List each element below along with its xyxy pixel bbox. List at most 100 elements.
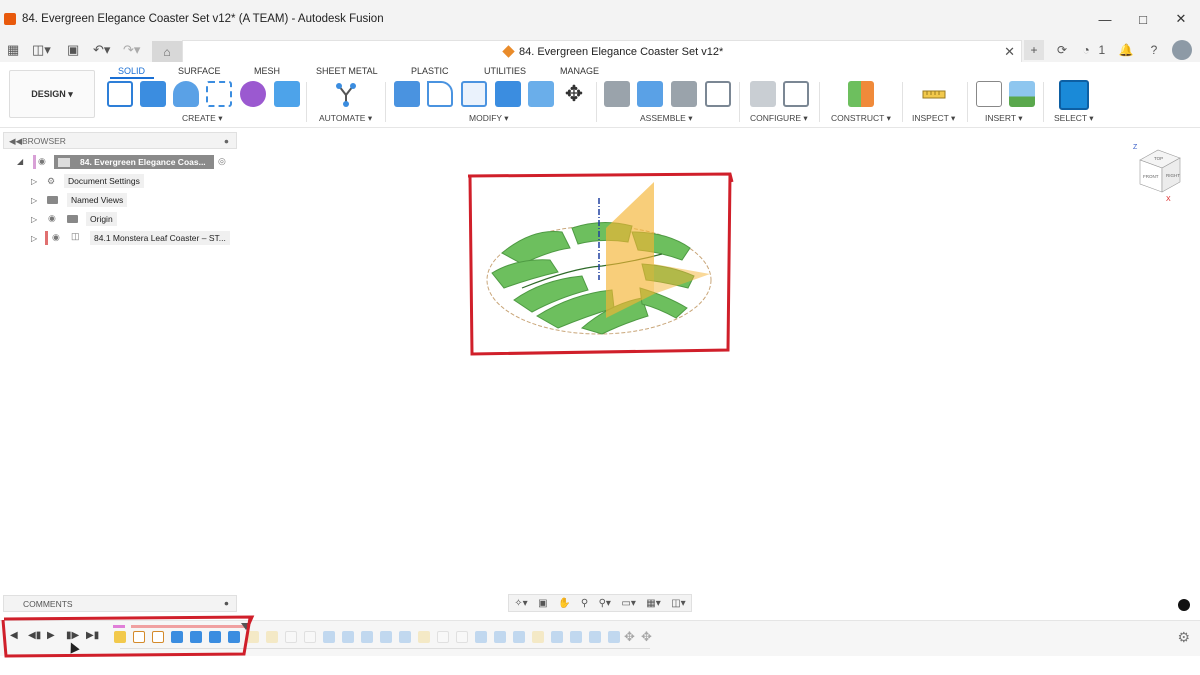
measure-icon[interactable] bbox=[921, 81, 947, 107]
as-built-joint-icon[interactable] bbox=[671, 81, 697, 107]
redo-icon[interactable]: ↷▾ bbox=[123, 42, 140, 58]
timeline-feature-suppressed[interactable]: ✥ bbox=[641, 629, 653, 644]
tab-plastic[interactable]: PLASTIC bbox=[411, 66, 449, 76]
visibility-eye-icon[interactable]: ◉ bbox=[52, 232, 60, 243]
inspect-group-label[interactable]: INSPECT ▾ bbox=[912, 113, 955, 124]
sweep-icon[interactable] bbox=[206, 81, 232, 107]
browser-item-document-settings[interactable]: Document Settings bbox=[64, 174, 144, 188]
viewports-icon[interactable]: ◫▾ bbox=[671, 598, 685, 609]
automate-group-label[interactable]: AUTOMATE ▾ bbox=[319, 113, 372, 124]
modify-group-label[interactable]: MODIFY ▾ bbox=[469, 113, 509, 124]
collapse-panel-icon[interactable]: ◀◀ bbox=[9, 136, 22, 147]
timeline-feature-suppressed[interactable]: ✥ bbox=[624, 629, 636, 644]
select-icon[interactable] bbox=[1059, 80, 1089, 110]
extrude-icon[interactable] bbox=[140, 81, 166, 107]
fillet-icon[interactable] bbox=[427, 81, 453, 107]
box-icon[interactable] bbox=[274, 81, 300, 107]
timeline-feature-suppressed[interactable] bbox=[513, 631, 525, 643]
shell-icon[interactable] bbox=[461, 81, 487, 107]
tab-solid[interactable]: SOLID bbox=[118, 66, 145, 76]
insert-derive-icon[interactable] bbox=[976, 81, 1002, 107]
construct-group-label[interactable]: CONSTRUCT ▾ bbox=[831, 113, 891, 124]
new-component-icon[interactable] bbox=[604, 81, 630, 107]
timeline-feature-suppressed[interactable] bbox=[323, 631, 335, 643]
revolve-icon[interactable] bbox=[173, 81, 199, 107]
extensions-icon[interactable]: ⟳ bbox=[1052, 40, 1072, 60]
timeline-settings-gear-icon[interactable]: ⚙ bbox=[1177, 629, 1190, 646]
timeline-feature-suppressed[interactable] bbox=[494, 631, 506, 643]
grid-settings-icon[interactable]: ▦▾ bbox=[646, 598, 660, 609]
timeline-feature-suppressed[interactable] bbox=[589, 631, 601, 643]
tab-utilities[interactable]: UTILITIES bbox=[484, 66, 526, 76]
fit-icon[interactable]: ⚲▾ bbox=[599, 598, 611, 609]
tab-surface[interactable]: SURFACE bbox=[178, 66, 221, 76]
grid-menu-icon[interactable]: ▦ bbox=[7, 42, 19, 58]
timeline-feature-suppressed[interactable] bbox=[456, 631, 468, 643]
configure-icon[interactable] bbox=[750, 81, 776, 107]
browser-item-named-views[interactable]: Named Views bbox=[67, 193, 128, 207]
construct-plane-icon[interactable] bbox=[848, 81, 874, 107]
create-sketch-icon[interactable] bbox=[107, 81, 133, 107]
tab-mesh[interactable]: MESH bbox=[254, 66, 280, 76]
comments-panel[interactable]: COMMENTS ● bbox=[3, 595, 237, 612]
timeline-feature-suppressed[interactable] bbox=[380, 631, 392, 643]
undo-icon[interactable]: ↶▾ bbox=[93, 42, 110, 58]
activity-badge[interactable] bbox=[1178, 599, 1190, 611]
browser-item-origin[interactable]: Origin bbox=[86, 212, 117, 226]
move-icon[interactable]: ✥ bbox=[561, 81, 587, 107]
combine-icon[interactable] bbox=[495, 81, 521, 107]
timeline-feature-suppressed[interactable] bbox=[608, 631, 620, 643]
notifications-icon[interactable]: 🔔 bbox=[1116, 40, 1136, 60]
canvas-model[interactable] bbox=[462, 168, 742, 360]
visibility-eye-icon[interactable]: ◉ bbox=[48, 213, 56, 224]
minimize-icon[interactable]: — bbox=[1086, 0, 1124, 38]
press-pull-icon[interactable] bbox=[394, 81, 420, 107]
insert-image-icon[interactable] bbox=[1009, 81, 1035, 107]
browser-root-item[interactable]: 84. Evergreen Elegance Coas... bbox=[54, 155, 214, 169]
workspace-switcher[interactable]: DESIGN ▾ bbox=[9, 70, 95, 118]
avatar[interactable] bbox=[1172, 40, 1192, 60]
new-tab-icon[interactable]: + bbox=[1024, 40, 1044, 60]
jobs-status[interactable]: ◔ 1 bbox=[1080, 40, 1108, 60]
pin-icon[interactable]: ● bbox=[224, 136, 229, 146]
expand-icon[interactable]: ▷ bbox=[31, 177, 37, 186]
activate-radio-icon[interactable]: ◎ bbox=[218, 156, 226, 167]
visibility-eye-icon[interactable]: ◉ bbox=[38, 156, 46, 167]
expand-icon[interactable]: ▷ bbox=[31, 196, 37, 205]
form-icon[interactable] bbox=[240, 81, 266, 107]
joint-origin-icon[interactable] bbox=[705, 81, 731, 107]
browser-item-component[interactable]: 84.1 Monstera Leaf Coaster – ST... bbox=[90, 231, 230, 245]
zoom-icon[interactable]: ⚲ bbox=[581, 598, 588, 609]
help-icon[interactable]: ? bbox=[1144, 40, 1164, 60]
timeline-feature-suppressed[interactable] bbox=[418, 631, 430, 643]
timeline-feature-suppressed[interactable] bbox=[285, 631, 297, 643]
browser-header[interactable]: ◀◀ BROWSER ● bbox=[3, 132, 237, 149]
timeline-feature-suppressed[interactable] bbox=[551, 631, 563, 643]
timeline-feature-suppressed[interactable] bbox=[266, 631, 278, 643]
timeline-feature-suppressed[interactable] bbox=[532, 631, 544, 643]
timeline-feature-suppressed[interactable] bbox=[570, 631, 582, 643]
collapse-root-icon[interactable]: ◢ bbox=[17, 157, 23, 166]
timeline-feature-suppressed[interactable] bbox=[342, 631, 354, 643]
configuration-table-icon[interactable] bbox=[783, 81, 809, 107]
timeline-feature-suppressed[interactable] bbox=[437, 631, 449, 643]
timeline-feature-suppressed[interactable] bbox=[475, 631, 487, 643]
view-cube[interactable]: TOP FRONT RIGHT Z X bbox=[1128, 140, 1188, 204]
assemble-group-label[interactable]: ASSEMBLE ▾ bbox=[640, 113, 692, 124]
timeline-feature-suppressed[interactable] bbox=[361, 631, 373, 643]
timeline-feature-suppressed[interactable] bbox=[399, 631, 411, 643]
maximize-icon[interactable]: □ bbox=[1124, 0, 1162, 38]
display-settings-icon[interactable]: ▭▾ bbox=[621, 598, 635, 609]
file-icon[interactable]: ◫▾ bbox=[32, 42, 51, 58]
expand-icon[interactable]: ▷ bbox=[31, 215, 37, 224]
add-comment-icon[interactable]: ● bbox=[224, 598, 229, 608]
look-at-icon[interactable]: ▣ bbox=[538, 598, 547, 609]
save-icon[interactable]: ▣ bbox=[67, 42, 79, 58]
document-tab[interactable]: 84. Evergreen Elegance Coaster Set v12* … bbox=[182, 40, 1022, 63]
select-group-label[interactable]: SELECT ▾ bbox=[1054, 113, 1094, 124]
orbit-icon[interactable]: ✧▾ bbox=[514, 598, 527, 609]
configure-group-label[interactable]: CONFIGURE ▾ bbox=[750, 113, 808, 124]
create-group-label[interactable]: CREATE ▾ bbox=[182, 113, 223, 124]
timeline-feature-suppressed[interactable] bbox=[304, 631, 316, 643]
close-tab-icon[interactable]: ✕ bbox=[1004, 44, 1015, 60]
